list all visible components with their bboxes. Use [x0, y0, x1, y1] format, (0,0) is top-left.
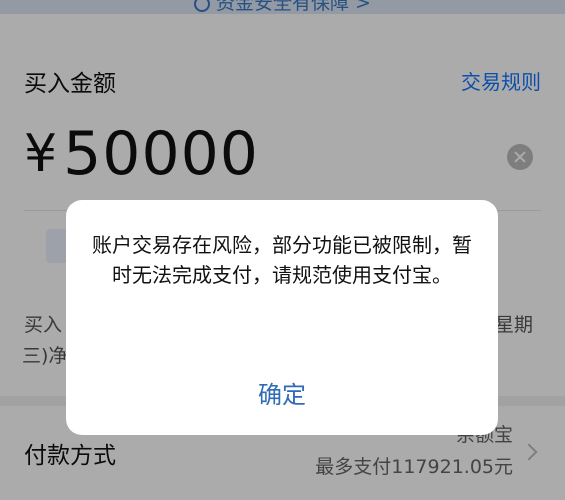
- risk-alert-dialog: 账户交易存在风险，部分功能已被限制，暂时无法完成支付，请规范使用支付宝。 确定: [66, 200, 498, 435]
- confirm-button[interactable]: 确定: [66, 365, 498, 425]
- dialog-message: 账户交易存在风险，部分功能已被限制，暂时无法完成支付，请规范使用支付宝。: [92, 233, 472, 287]
